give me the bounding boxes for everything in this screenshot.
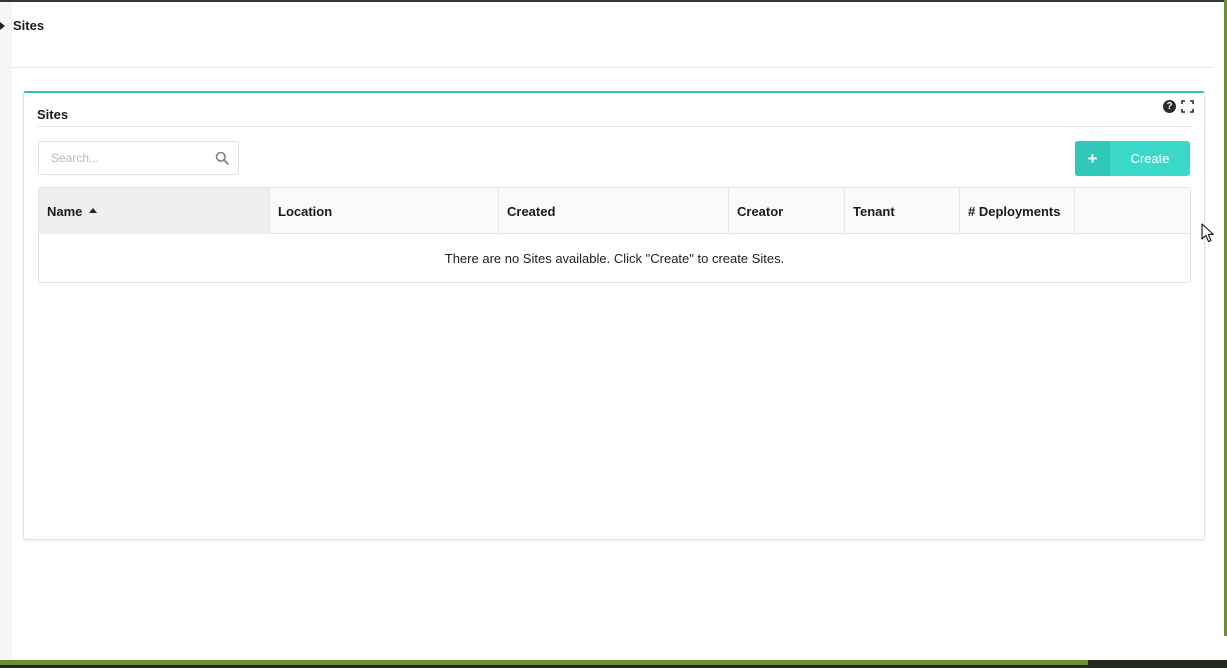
search-icon[interactable] <box>215 151 229 165</box>
widget-tools: ? <box>1163 100 1194 113</box>
caret-right-icon[interactable] <box>0 22 5 30</box>
sites-widget: Sites ? + Create Name <box>23 91 1205 540</box>
app-frame: Sites Sites ? + Create Name <box>0 0 1227 668</box>
column-header-deployments[interactable]: # Deployments <box>960 188 1075 234</box>
sort-ascending-icon <box>89 208 98 213</box>
left-strip <box>0 2 12 660</box>
table-header: Name Location Created Creator Tenant # D… <box>39 188 1190 234</box>
column-header-label: Name <box>47 203 83 219</box>
column-header-created[interactable]: Created <box>499 188 729 234</box>
column-header-label: Creator <box>737 203 784 219</box>
column-header-label: Tenant <box>853 203 895 219</box>
column-header-label: Created <box>507 203 556 219</box>
column-header-label: # Deployments <box>968 203 1061 219</box>
column-header-name[interactable]: Name <box>39 188 270 234</box>
table-empty-message: There are no Sites available. Click "Cre… <box>39 234 1190 282</box>
column-header-label: Location <box>278 203 333 219</box>
top-edge <box>0 0 1227 2</box>
search-field <box>38 141 239 175</box>
column-header-creator[interactable]: Creator <box>729 188 845 234</box>
widget-title-divider <box>37 126 1192 127</box>
create-button[interactable]: + Create <box>1075 141 1190 176</box>
search-input[interactable] <box>39 142 209 174</box>
page-header: Sites <box>0 12 44 38</box>
create-button-label: Create <box>1130 151 1170 166</box>
column-header-location[interactable]: Location <box>270 188 499 234</box>
sites-table: Name Location Created Creator Tenant # D… <box>38 187 1191 283</box>
bottom-progress-strip <box>0 660 1088 665</box>
column-header-actions <box>1075 188 1190 234</box>
header-divider <box>12 67 1214 68</box>
mouse-pointer-icon <box>1201 223 1214 243</box>
widget-title: Sites <box>37 107 69 122</box>
column-header-tenant[interactable]: Tenant <box>845 188 960 234</box>
plus-icon: + <box>1075 141 1110 176</box>
question-circle-icon[interactable]: ? <box>1163 100 1176 113</box>
expand-icon[interactable] <box>1181 100 1194 113</box>
page-title: Sites <box>13 17 45 33</box>
